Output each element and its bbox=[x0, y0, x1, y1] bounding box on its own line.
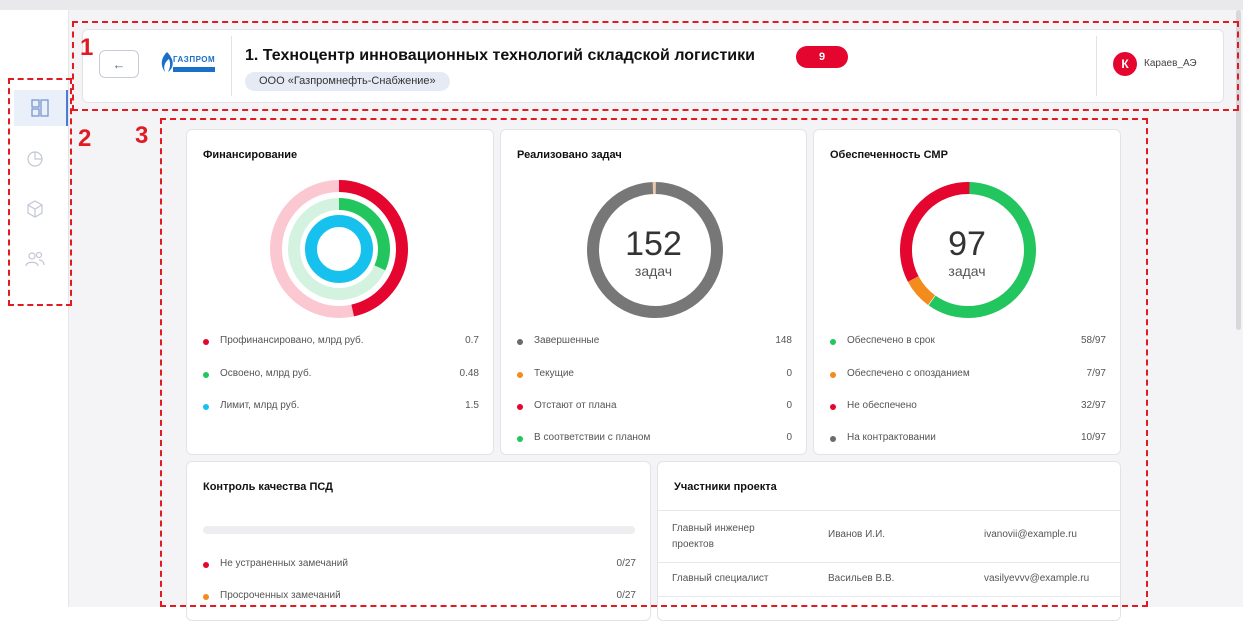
annotation-box-header bbox=[72, 21, 1239, 111]
browser-top-strip bbox=[0, 0, 1243, 10]
annotation-box-content bbox=[160, 118, 1148, 607]
annotation-box-sidebar bbox=[8, 78, 72, 306]
annotation-number-2: 2 bbox=[78, 125, 92, 152]
annotation-number-3: 3 bbox=[135, 122, 149, 149]
annotation-number-1: 1 bbox=[80, 34, 94, 61]
